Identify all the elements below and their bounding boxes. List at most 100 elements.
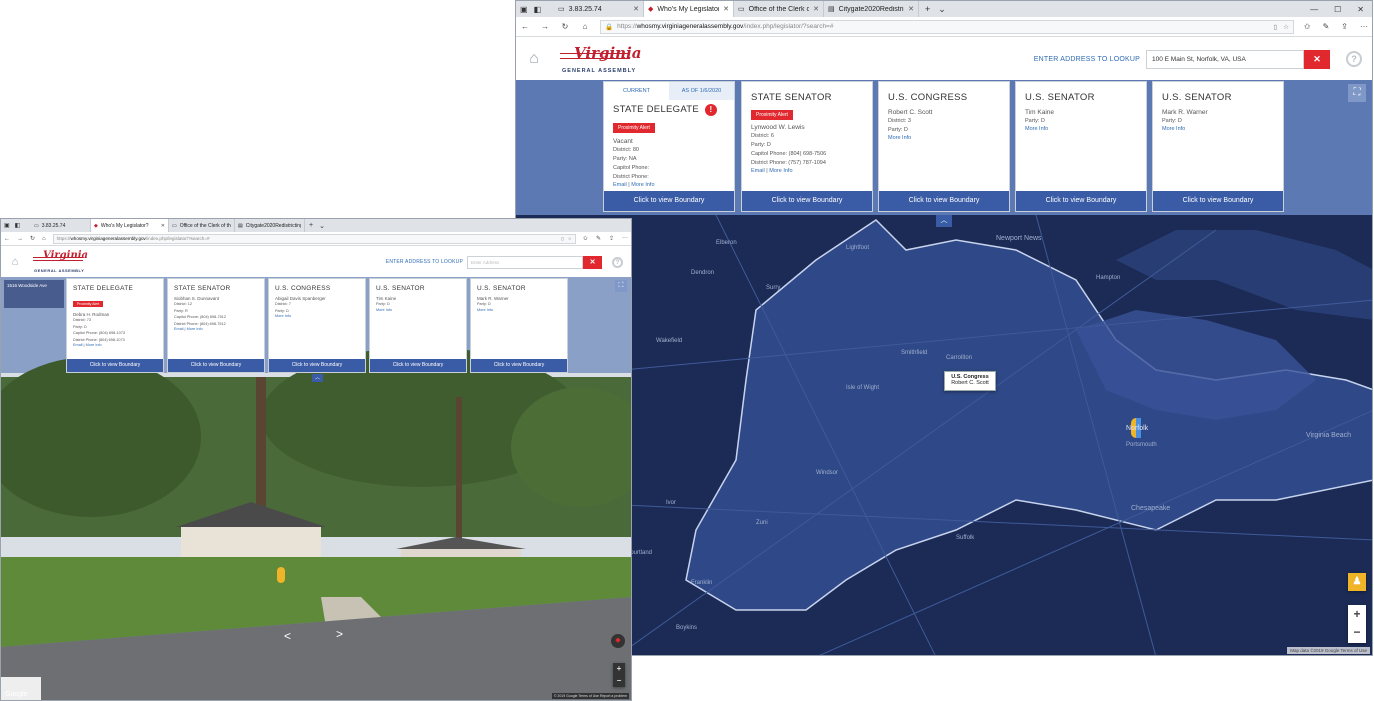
tab-citygate[interactable]: ▤Citygate2020Redistricting.p✕ — [824, 1, 919, 17]
set-aside-icon[interactable]: ◧ — [534, 5, 542, 14]
share-icon[interactable]: ⇪ — [1341, 22, 1348, 31]
close-tab-icon[interactable]: ✕ — [723, 5, 729, 13]
zoom-in-icon[interactable]: + — [1348, 605, 1366, 623]
tab-actions: + ⌄ — [305, 219, 325, 232]
compass-icon[interactable]: ◆ — [611, 634, 625, 648]
more-info-link[interactable]: More Info — [1025, 126, 1048, 132]
more-info-link[interactable]: More Info — [187, 327, 203, 331]
email-link[interactable]: Email — [751, 168, 765, 174]
forward-arrow-icon[interactable]: → — [540, 22, 550, 31]
proximity-alert-badge[interactable]: Proximity Alert — [613, 123, 655, 133]
refresh-icon[interactable]: ↻ — [30, 235, 35, 242]
view-boundary-button[interactable]: Click to view Boundary — [168, 359, 264, 372]
tab-clerk[interactable]: ▭Office of the Clerk of the U. — [169, 219, 235, 232]
view-boundary-button[interactable]: Click to view Boundary — [269, 359, 365, 372]
minimize-icon[interactable]: — — [1310, 5, 1318, 14]
proximity-alert-badge[interactable]: Proximity Alert — [751, 110, 793, 120]
tab-citygate[interactable]: ▤ Citygate2020Redistricting.p — [235, 219, 305, 232]
more-info-link[interactable]: More Info — [1162, 126, 1185, 132]
help-icon[interactable]: ? — [612, 256, 623, 268]
favorite-star-icon[interactable]: ☆ — [1283, 23, 1289, 31]
tab-preview-icon[interactable]: ▣ — [4, 222, 10, 229]
close-tab-icon[interactable]: ✕ — [813, 5, 819, 13]
back-arrow-icon[interactable]: ← — [4, 236, 10, 242]
more-info-link[interactable]: More Info — [769, 168, 792, 174]
address-input[interactable]: Enter Address — [467, 255, 583, 269]
zoom-out-icon[interactable]: − — [613, 675, 625, 687]
tab-list-chevron-icon[interactable]: ⌄ — [938, 4, 946, 15]
url-field[interactable]: 🔒 https://whosmy.virginiageneralassembly… — [600, 19, 1294, 34]
view-boundary-button[interactable]: Click to view Boundary — [1016, 191, 1146, 211]
tab-ip[interactable]: ▭ 3.83.25.74 — [31, 219, 91, 232]
collapse-cards-chevron-icon[interactable]: ︿ — [312, 374, 323, 382]
view-boundary-button[interactable]: Click to view Boundary — [370, 359, 466, 372]
view-boundary-button[interactable]: Click to view Boundary — [67, 359, 163, 372]
set-aside-icon[interactable]: ◧ — [15, 222, 21, 229]
map-view[interactable]: Newport News Hampton Portsmouth Norfolk … — [516, 80, 1372, 655]
va-general-assembly-logo[interactable]: Virginia GENERAL ASSEMBLY — [560, 40, 642, 78]
view-boundary-button[interactable]: Click to view Boundary — [604, 191, 734, 211]
more-info-link[interactable]: More Info — [631, 182, 654, 188]
view-boundary-button[interactable]: Click to view Boundary — [1153, 191, 1283, 211]
clear-address-button[interactable]: ✕ — [583, 255, 602, 269]
pan-left-arrow-icon[interactable]: < — [284, 629, 291, 643]
pegman-icon[interactable]: ♟ — [1348, 573, 1366, 591]
more-info-link[interactable]: More Info — [376, 308, 392, 312]
url-field[interactable]: https://whosmy.virginiageneralassembly.g… — [52, 233, 576, 244]
favorites-icon[interactable]: ✩ — [583, 235, 588, 242]
street-view[interactable]: 1516 Woodside Ave STATE DELEGATE Proximi… — [1, 277, 631, 700]
share-icon[interactable]: ⇪ — [609, 235, 614, 242]
favorite-star-icon[interactable]: ☆ — [568, 236, 572, 242]
va-general-assembly-logo[interactable]: Virginia GENERAL ASSEMBLY — [33, 248, 89, 276]
fullscreen-icon[interactable]: ⛶ — [1348, 84, 1366, 102]
more-info-link[interactable]: More Info — [275, 314, 291, 318]
zoom-in-icon[interactable]: + — [613, 663, 625, 675]
tab-preview-icon[interactable]: ▣ — [520, 5, 528, 14]
site-home-icon[interactable]: ⌂ — [1, 256, 29, 268]
home-icon[interactable]: ⌂ — [580, 22, 590, 31]
email-link[interactable]: Email — [73, 343, 83, 347]
back-arrow-icon[interactable]: ← — [520, 22, 530, 31]
site-home-icon[interactable]: ⌂ — [516, 50, 552, 68]
clear-address-button[interactable]: ✕ — [1304, 49, 1330, 69]
email-link[interactable]: Email — [613, 182, 627, 188]
tab-list-chevron-icon[interactable]: ⌄ — [319, 222, 325, 230]
close-tab-icon[interactable]: ✕ — [633, 5, 639, 13]
more-info-link[interactable]: More Info — [86, 343, 102, 347]
reading-view-icon[interactable]: ▯ — [1273, 23, 1277, 31]
new-tab-icon[interactable]: + — [925, 4, 930, 14]
more-icon[interactable]: ··· — [1360, 22, 1368, 31]
tab-clerk[interactable]: ▭Office of the Clerk of the U.✕ — [734, 1, 824, 17]
more-icon[interactable]: ··· — [622, 235, 628, 242]
forward-arrow-icon[interactable]: → — [17, 236, 23, 242]
favorites-icon[interactable]: ✩ — [1304, 22, 1311, 31]
tab-ip[interactable]: ▭ 3.83.25.74 ✕ — [554, 1, 644, 17]
email-link[interactable]: Email — [174, 327, 184, 331]
tab-whos-my-legislator[interactable]: ◆ Who's My Legislator? ✕ — [644, 1, 734, 17]
view-boundary-button[interactable]: Click to view Boundary — [879, 191, 1009, 211]
home-icon[interactable]: ⌂ — [42, 236, 46, 242]
tab-as-of[interactable]: AS OF 1/6/2020 — [669, 82, 734, 100]
notes-pen-icon[interactable]: ✎ — [1323, 22, 1330, 31]
tab-whos-my-legislator[interactable]: ◆ Who's My Legislator? ✕ — [91, 219, 169, 232]
tab-current[interactable]: CURRENT — [604, 82, 669, 100]
close-window-icon[interactable]: ✕ — [1357, 5, 1364, 14]
new-tab-icon[interactable]: + — [309, 222, 313, 229]
zoom-out-icon[interactable]: − — [1348, 623, 1366, 641]
collapse-cards-chevron-icon[interactable]: ︿ — [936, 215, 952, 227]
help-icon[interactable]: ? — [1346, 51, 1362, 67]
pan-right-arrow-icon[interactable]: > — [336, 627, 343, 641]
address-input[interactable]: 100 E Main St, Norfolk, VA, USA — [1146, 49, 1304, 69]
refresh-icon[interactable]: ↻ — [560, 22, 570, 31]
maximize-icon[interactable]: ☐ — [1334, 5, 1341, 14]
fullscreen-icon[interactable]: ⛶ — [615, 280, 627, 292]
more-info-link[interactable]: More Info — [888, 135, 911, 141]
more-info-link[interactable]: More Info — [477, 308, 493, 312]
view-boundary-button[interactable]: Click to view Boundary — [742, 191, 872, 211]
proximity-alert-badge[interactable]: Proximity Alert — [73, 301, 104, 307]
close-tab-icon[interactable]: ✕ — [908, 5, 914, 13]
close-tab-icon[interactable]: ✕ — [161, 223, 165, 229]
view-boundary-button[interactable]: Click to view Boundary — [471, 359, 567, 372]
reading-view-icon[interactable]: ▯ — [561, 236, 564, 242]
notes-pen-icon[interactable]: ✎ — [596, 235, 601, 242]
